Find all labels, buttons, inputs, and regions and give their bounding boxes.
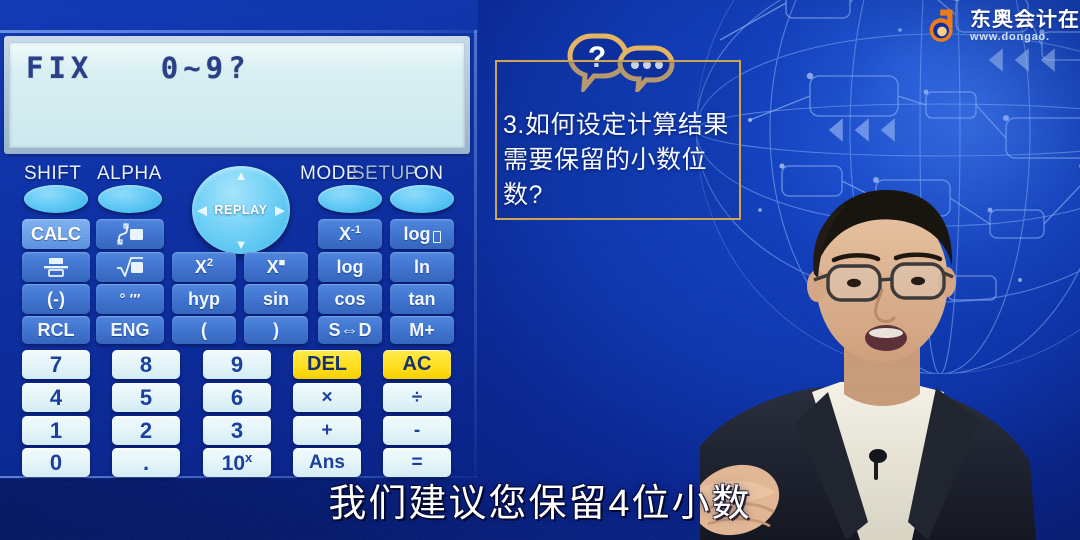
video-scanline-overlay [0, 0, 1080, 540]
video-frame: 东奥会计在 www.dongao. [0, 0, 1080, 540]
subtitle-text: 我们建议您保留4位小数 [328, 483, 752, 525]
